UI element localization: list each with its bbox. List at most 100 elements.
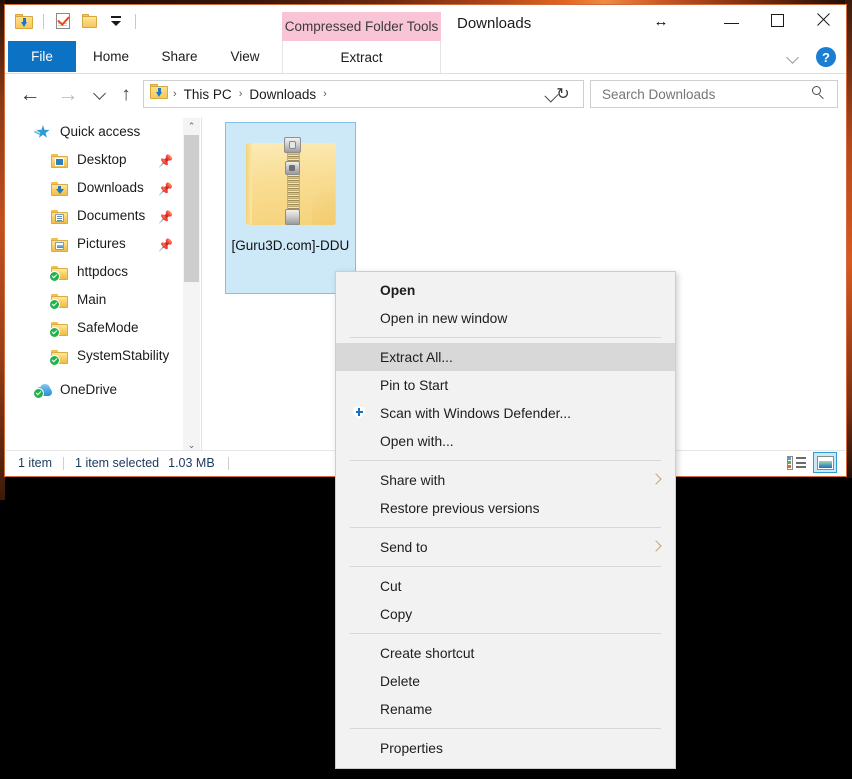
file-item-zip[interactable]: [Guru3D.com]-DDU xyxy=(225,122,356,294)
window-title: Downloads xyxy=(457,15,532,32)
view-mode-buttons xyxy=(784,452,837,473)
context-menu: Open Open in new window Extract All... P… xyxy=(335,271,676,769)
sidebar-item-systemstability[interactable]: SystemStability xyxy=(6,342,182,370)
sidebar-item-main[interactable]: Main xyxy=(6,286,182,314)
scrollbar-thumb[interactable] xyxy=(184,135,199,282)
details-view-button[interactable] xyxy=(784,452,808,473)
menu-item-delete[interactable]: Delete xyxy=(336,667,675,695)
sidebar-item-httpdocs[interactable]: httpdocs xyxy=(6,258,182,286)
menu-item-copy[interactable]: Copy xyxy=(336,600,675,628)
menu-item-label: Share with xyxy=(380,472,446,488)
up-button[interactable]: ↑ xyxy=(113,82,139,108)
menu-item-properties[interactable]: Properties xyxy=(336,734,675,762)
resize-cursor-icon: ↔ xyxy=(653,13,669,30)
menu-item-pin-to-start[interactable]: Pin to Start xyxy=(336,371,675,399)
menu-item-send-to[interactable]: Send to xyxy=(336,533,675,561)
menu-item-open-with[interactable]: Open with... xyxy=(336,427,675,455)
toolbar-divider xyxy=(43,13,44,29)
pictures-folder-icon xyxy=(51,235,71,253)
properties-checkmark-icon[interactable] xyxy=(53,11,74,32)
search-box[interactable] xyxy=(590,80,838,108)
pin-icon[interactable]: 📌 xyxy=(158,238,173,252)
menu-item-rename[interactable]: Rename xyxy=(336,695,675,723)
menu-item-create-shortcut[interactable]: Create shortcut xyxy=(336,639,675,667)
sidebar-item-label: Downloads xyxy=(77,180,144,196)
large-icons-view-button[interactable] xyxy=(813,452,837,473)
tab-extract[interactable]: Extract xyxy=(282,41,441,73)
pin-icon[interactable]: 📌 xyxy=(158,154,173,168)
zip-folder-icon xyxy=(244,137,338,229)
minimize-button[interactable] xyxy=(708,5,754,35)
navigation-pane: Quick access Desktop 📌 Downloads 📌 Docum… xyxy=(6,118,182,454)
sidebar-item-safemode[interactable]: SafeMode xyxy=(6,314,182,342)
ribbon-tab-bar: File Home Share View Extract ? xyxy=(5,41,846,74)
recent-locations-button[interactable] xyxy=(88,82,110,108)
breadcrumb-separator-2[interactable]: › xyxy=(234,88,248,100)
sidebar-item-label: Pictures xyxy=(77,236,126,252)
search-input[interactable] xyxy=(600,85,812,103)
address-breadcrumb-bar[interactable]: › This PC › Downloads › xyxy=(143,80,584,108)
sidebar-item-quick-access[interactable]: Quick access xyxy=(6,118,182,146)
menu-item-label: Open with... xyxy=(380,433,454,449)
status-divider xyxy=(63,456,65,470)
sidebar-item-documents[interactable]: Documents 📌 xyxy=(6,202,182,230)
menu-item-label: Rename xyxy=(380,701,433,717)
menu-item-extract-all[interactable]: Extract All... xyxy=(336,343,675,371)
menu-item-scan-with-windows-defender[interactable]: Scan with Windows Defender... xyxy=(336,399,675,427)
help-button[interactable]: ? xyxy=(816,47,836,67)
status-item-count: 1 item xyxy=(18,456,53,470)
back-button[interactable]: ← xyxy=(15,82,45,108)
star-icon xyxy=(33,123,54,141)
menu-separator xyxy=(350,728,661,729)
breadcrumb-this-pc[interactable]: This PC xyxy=(182,87,234,102)
sidebar-item-label: Documents xyxy=(77,208,146,224)
chevron-right-icon xyxy=(652,474,659,486)
menu-item-label: Extract All... xyxy=(380,349,453,365)
customize-dropdown-icon[interactable] xyxy=(105,11,126,32)
menu-item-label: Properties xyxy=(380,740,443,756)
tab-home[interactable]: Home xyxy=(84,41,138,72)
sidebar-item-downloads[interactable]: Downloads 📌 xyxy=(6,174,182,202)
menu-item-label: Cut xyxy=(380,578,402,594)
menu-item-label: Delete xyxy=(380,673,420,689)
pin-icon[interactable]: 📌 xyxy=(158,182,173,196)
menu-item-label: Open xyxy=(380,282,416,298)
maximize-button[interactable] xyxy=(754,5,800,35)
forward-button[interactable]: → xyxy=(53,82,83,108)
synced-folder-icon xyxy=(49,319,71,338)
menu-separator xyxy=(350,337,661,338)
breadcrumb-separator-3[interactable]: › xyxy=(318,88,332,100)
onedrive-cloud-icon xyxy=(33,381,54,399)
sidebar-item-label: SafeMode xyxy=(77,320,139,336)
chevron-down-icon[interactable] xyxy=(786,50,802,64)
synced-folder-icon xyxy=(49,347,71,366)
refresh-button[interactable]: ↻ xyxy=(551,83,575,105)
breadcrumb-separator: › xyxy=(173,88,177,100)
menu-item-label: Create shortcut xyxy=(380,645,475,661)
synced-folder-icon xyxy=(49,291,71,310)
menu-item-open-in-new-window[interactable]: Open in new window xyxy=(336,304,675,332)
downloads-folder-icon[interactable] xyxy=(13,11,34,32)
tab-view[interactable]: View xyxy=(221,41,269,72)
breadcrumb-downloads[interactable]: Downloads xyxy=(247,87,318,102)
new-folder-icon[interactable] xyxy=(79,11,100,32)
status-selection: 1 item selected xyxy=(75,456,160,470)
menu-item-restore-previous-versions[interactable]: Restore previous versions xyxy=(336,494,675,522)
close-button[interactable] xyxy=(800,5,846,35)
file-item-label: [Guru3D.com]-DDU xyxy=(231,238,350,253)
menu-separator xyxy=(350,527,661,528)
menu-item-share-with[interactable]: Share with xyxy=(336,466,675,494)
defender-shield-icon xyxy=(350,404,368,422)
pin-icon[interactable]: 📌 xyxy=(158,210,173,224)
sidebar-item-desktop[interactable]: Desktop 📌 xyxy=(6,146,182,174)
menu-item-cut[interactable]: Cut xyxy=(336,572,675,600)
tab-share[interactable]: Share xyxy=(152,41,207,72)
scroll-up-icon[interactable]: ⌃ xyxy=(183,118,200,135)
sidebar-item-onedrive[interactable]: OneDrive xyxy=(6,376,182,404)
sidebar-item-pictures[interactable]: Pictures 📌 xyxy=(6,230,182,258)
menu-item-open[interactable]: Open xyxy=(336,276,675,304)
navigation-pane-scrollbar[interactable]: ⌃ ⌄ xyxy=(183,118,200,454)
tab-file[interactable]: File xyxy=(8,41,76,72)
quick-access-toolbar xyxy=(13,9,140,33)
address-bar-row: ← → ↑ › This PC › Downloads › ↻ xyxy=(5,74,846,116)
